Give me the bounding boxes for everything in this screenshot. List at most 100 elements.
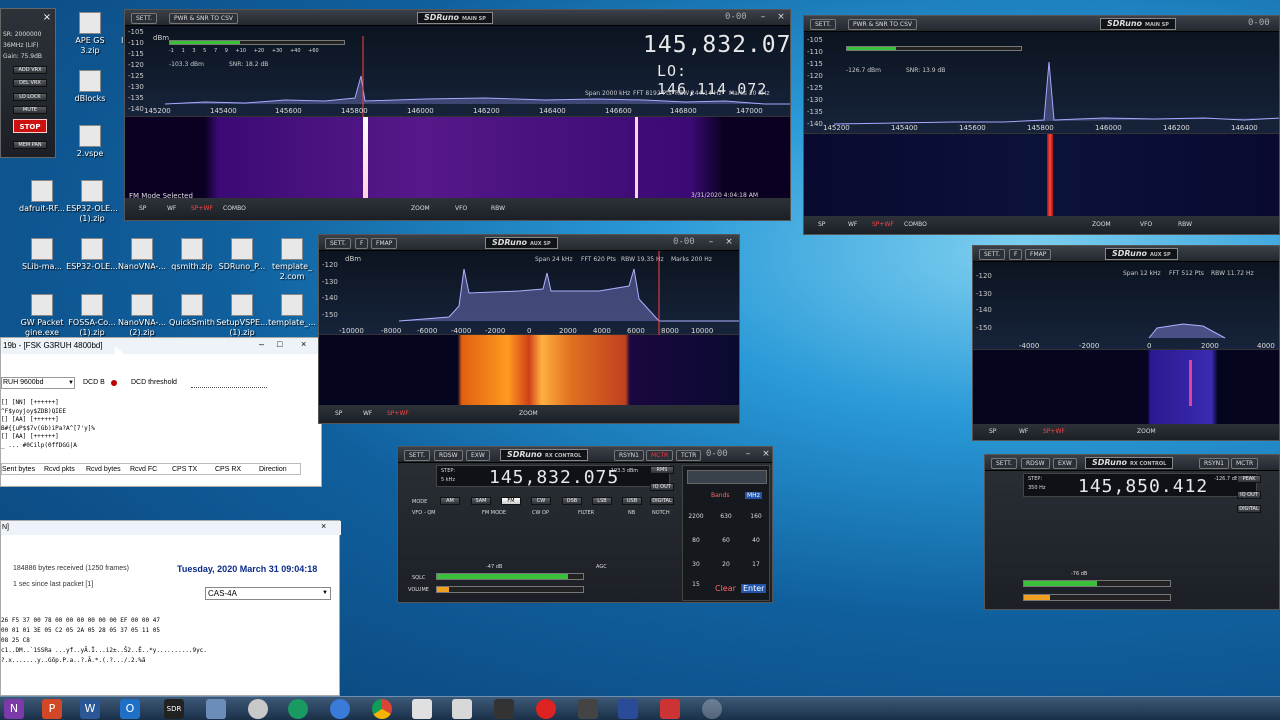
band-key[interactable]: 40 xyxy=(745,536,767,546)
app-icon[interactable] xyxy=(330,699,350,719)
volume-bar[interactable] xyxy=(1023,594,1171,601)
zoom-button[interactable]: ZOOM xyxy=(1133,427,1160,437)
app-icon[interactable] xyxy=(248,699,268,719)
desktop-icon[interactable]: dBlocks xyxy=(62,70,118,104)
close-icon[interactable]: × xyxy=(301,339,306,349)
mem-pan-button[interactable]: MEM PAN xyxy=(13,141,47,149)
mode-cw[interactable]: CW xyxy=(531,497,551,505)
maximize-icon[interactable]: □ xyxy=(277,339,282,349)
rms-button[interactable]: RMS xyxy=(650,466,674,474)
rdsw-button[interactable]: RDSW xyxy=(1021,458,1050,469)
app-icon[interactable] xyxy=(702,699,722,719)
mode-usb[interactable]: USB xyxy=(622,497,642,505)
sp-button[interactable]: SP xyxy=(814,220,829,230)
zoom-button[interactable]: ZOOM xyxy=(407,204,434,214)
outlook-icon[interactable]: O xyxy=(120,699,140,719)
wf-button[interactable]: WF xyxy=(359,409,376,419)
mode-dsb[interactable]: DSB xyxy=(562,497,582,505)
pwr-snr-csv-button[interactable]: PWR & SNR TO CSV xyxy=(848,19,917,30)
app-icon[interactable] xyxy=(494,699,514,719)
sp-wf-button[interactable]: SP+WF xyxy=(1039,427,1069,437)
powerpoint-icon[interactable]: P xyxy=(42,699,62,719)
sp-button[interactable]: SP xyxy=(135,204,150,214)
word-icon[interactable]: W xyxy=(80,699,100,719)
desktop-icon[interactable]: APE GS 3.zip xyxy=(62,12,118,56)
band-key[interactable]: 60 xyxy=(715,536,737,546)
app-icon[interactable] xyxy=(578,699,598,719)
desktop-icon[interactable]: ESP32-OLE... xyxy=(64,238,120,272)
aux-spectrum-display[interactable]: -120 -130 -140 -150 dBm Span 24 kHz FFT … xyxy=(319,251,739,335)
band-key[interactable]: 2200 xyxy=(685,512,707,522)
band-key[interactable]: 630 xyxy=(715,512,737,522)
minimize-icon[interactable]: – xyxy=(705,237,717,249)
rbw-button[interactable]: RBW xyxy=(487,204,509,214)
sp-button[interactable]: SP xyxy=(331,409,346,419)
tctr-button[interactable]: TCTR xyxy=(676,450,702,461)
band-key[interactable]: 20 xyxy=(715,560,737,570)
app-icon[interactable] xyxy=(536,699,556,719)
rbw-button[interactable]: RBW xyxy=(1174,220,1196,230)
combo-button[interactable]: COMBO xyxy=(219,204,250,214)
app-icon[interactable] xyxy=(618,699,638,719)
main-spectrum-display[interactable]: -105 -110 -115 -120 -125 -130 -135 -140 … xyxy=(125,26,790,117)
desktop-icon[interactable]: qsmith.zip xyxy=(164,238,220,272)
band-key[interactable]: 80 xyxy=(685,536,707,546)
band-key[interactable]: 160 xyxy=(745,512,767,522)
aux-spectrum-display-2[interactable]: -120 -130 -140 -150 Span 12 kHz FFT 512 … xyxy=(973,262,1279,350)
close-icon[interactable]: × xyxy=(760,449,772,461)
satellite-select[interactable]: CAS-4A ▼ xyxy=(205,587,331,600)
sett-button[interactable]: SETT. xyxy=(810,19,837,30)
mode-sam[interactable]: SAM xyxy=(471,497,491,505)
app-icon[interactable] xyxy=(412,699,432,719)
add-vrx-button[interactable]: ADD VRX xyxy=(13,66,47,74)
wf-button[interactable]: WF xyxy=(844,220,861,230)
threshold-slider[interactable] xyxy=(191,378,267,388)
digital-button[interactable]: DIGITAL xyxy=(1237,505,1261,513)
squelch-bar[interactable] xyxy=(436,573,584,580)
desktop-icon[interactable]: NanoVNA-... xyxy=(114,238,170,272)
app-icon[interactable] xyxy=(206,699,226,719)
desktop-icon[interactable]: QuickSmith xyxy=(164,294,220,328)
minimize-icon[interactable]: – xyxy=(259,339,264,349)
mode-fm[interactable]: FM xyxy=(501,497,521,505)
sett-button[interactable]: SETT. xyxy=(404,450,431,461)
onenote-icon[interactable]: N xyxy=(4,699,24,719)
del-vrx-button[interactable]: DEL VRX xyxy=(13,79,47,87)
rsyn-button[interactable]: RSYN1 xyxy=(1199,458,1229,469)
mctr-button[interactable]: MCTR xyxy=(1231,458,1259,469)
mode-lsb[interactable]: LSB xyxy=(592,497,612,505)
close-icon[interactable]: × xyxy=(723,237,735,249)
squelch-bar[interactable] xyxy=(1023,580,1171,587)
desktop-icon[interactable]: NanoVNA-... (2).zip xyxy=(114,294,170,338)
exw-button[interactable]: EXW xyxy=(1053,458,1077,469)
minimize-icon[interactable]: – xyxy=(757,12,769,24)
sett-button[interactable]: SETT. xyxy=(325,238,352,249)
rx-frequency[interactable]: 145,850.412 xyxy=(1078,476,1208,497)
app-icon[interactable] xyxy=(660,699,680,719)
rsyn-button[interactable]: RSYN1 xyxy=(614,450,644,461)
combo-button[interactable]: COMBO xyxy=(900,220,931,230)
band-key[interactable]: 15 xyxy=(685,580,707,590)
close-icon[interactable]: × xyxy=(775,12,787,24)
iq-out-button[interactable]: IQ OUT xyxy=(650,483,674,491)
desktop-icon[interactable]: SLib-ma... xyxy=(14,238,70,272)
app-icon[interactable] xyxy=(452,699,472,719)
fmap-button[interactable]: FMAP xyxy=(1025,249,1052,260)
desktop-icon[interactable]: GW Packet gine.exe xyxy=(14,294,70,338)
zoom-button[interactable]: ZOOM xyxy=(515,409,542,419)
band-key[interactable]: 17 xyxy=(745,560,767,570)
volume-bar[interactable] xyxy=(436,586,584,593)
close-icon[interactable]: × xyxy=(41,12,53,24)
desktop-icon[interactable]: SDRuno_P... xyxy=(214,238,270,272)
vfo-button[interactable]: VFO xyxy=(451,204,471,214)
fmap-button[interactable]: FMAP xyxy=(371,238,398,249)
zoom-button[interactable]: ZOOM xyxy=(1088,220,1115,230)
aux-waterfall[interactable] xyxy=(319,335,739,407)
sett-button[interactable]: SETT. xyxy=(991,458,1018,469)
globe-icon[interactable] xyxy=(288,699,308,719)
mute-button[interactable]: MUTE xyxy=(13,106,47,114)
desktop-icon[interactable]: FOSSA-Co... (1).zip xyxy=(64,294,120,338)
desktop-icon[interactable]: template_... xyxy=(264,294,320,328)
desktop-icon[interactable]: SetupVSPE... (1).zip xyxy=(214,294,270,338)
desktop-icon[interactable]: template_ 2.com xyxy=(264,238,320,282)
